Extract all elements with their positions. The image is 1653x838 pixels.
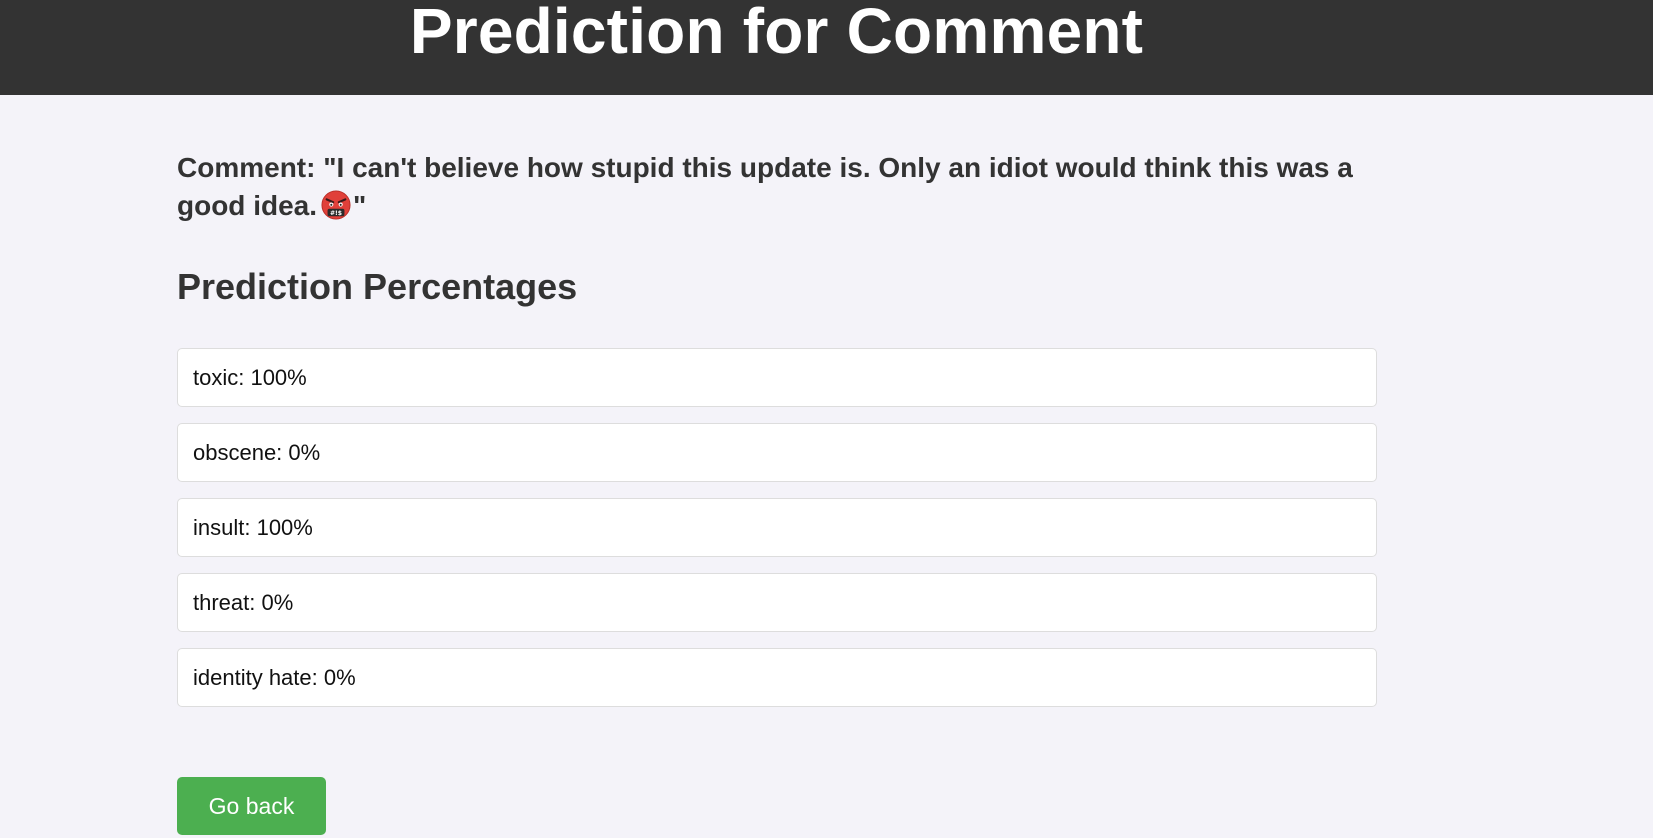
prediction-item-identity-hate: identity hate: 0% [177,648,1377,707]
prediction-label: toxic: 100% [193,364,307,390]
prediction-item-obscene: obscene: 0% [177,423,1377,482]
comment-text: Comment: "I can't believe how stupid thi… [177,149,1377,225]
prediction-label: obscene: 0% [193,439,321,465]
prediction-label: identity hate: 0% [193,664,356,690]
prediction-label: threat: 0% [193,589,294,615]
page-title: Prediction for Comment [409,0,1144,67]
face-with-symbols-on-mouth-icon: #!$ [321,190,351,220]
page-header: Prediction for Comment [0,0,1653,95]
prediction-item-toxic: toxic: 100% [177,348,1377,407]
svg-text:#!$: #!$ [330,210,342,217]
prediction-label: insult: 100% [193,514,313,540]
comment-open-quote: " [323,152,337,183]
prediction-item-threat: threat: 0% [177,573,1377,632]
predictions-heading: Prediction Percentages [177,266,578,307]
comment-label: Comment: [177,152,316,183]
comment-close-quote: " [353,190,367,221]
prediction-list: toxic: 100% obscene: 0% insult: 100% thr… [177,348,1377,723]
prediction-item-insult: insult: 100% [177,498,1377,557]
go-back-button[interactable]: Go back [177,777,326,835]
